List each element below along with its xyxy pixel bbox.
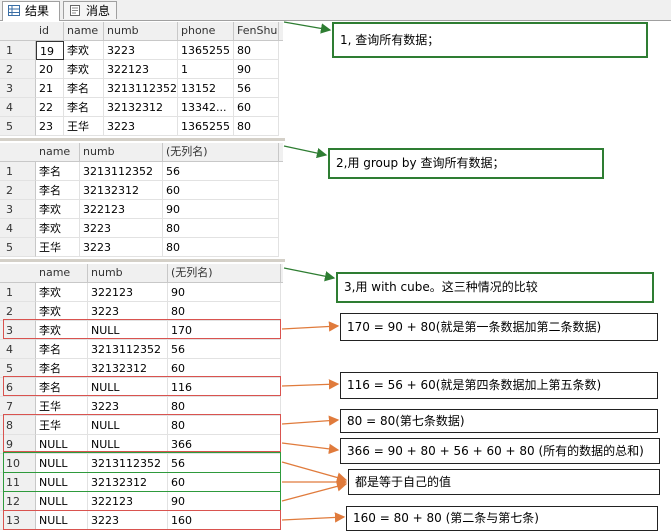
- annotation-total: 366 = 90 + 80 + 56 + 60 + 80 (所有的数据的总和): [340, 438, 660, 464]
- annotation-query-all: 1, 查询所有数据；: [332, 22, 648, 58]
- annotation-with-cube: 3,用 with cube。这三种情况的比较: [336, 272, 654, 303]
- annotation-sum-row6: 116 = 56 + 60(就是第四条数据加上第五条数): [340, 372, 658, 399]
- annotation-sum-row13: 160 = 80 + 80 (第二条与第七条): [346, 506, 658, 531]
- annotation-sum-row3: 170 = 90 + 80(就是第一条数据加第二条数据): [340, 313, 658, 341]
- annotation-group-by: 2,用 group by 查询所有数据；: [328, 148, 604, 179]
- annotation-self-value: 都是等于自己的值: [348, 469, 660, 495]
- annotation-row8: 80 = 80(第七条数据): [340, 409, 658, 433]
